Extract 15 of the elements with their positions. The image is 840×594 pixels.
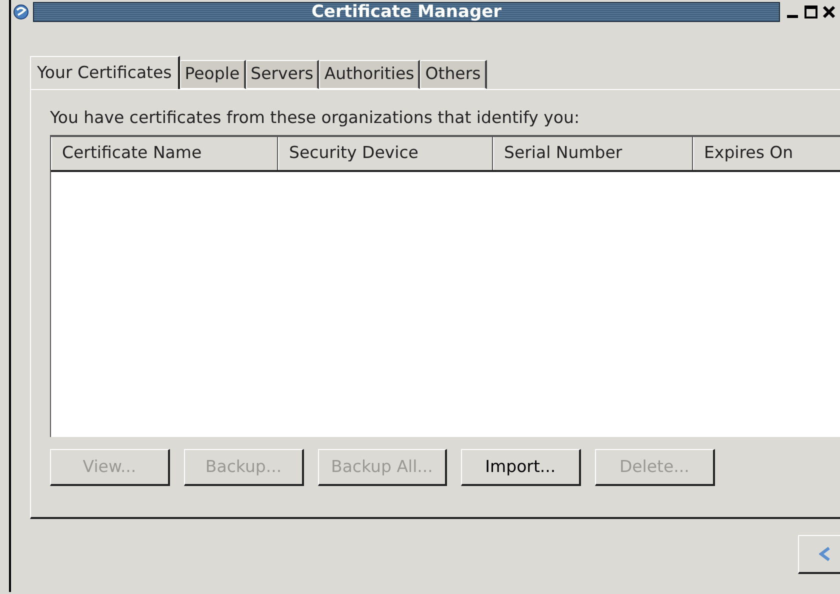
- tab[interactable]: Servers: [246, 60, 320, 89]
- maximize-icon[interactable]: [804, 5, 818, 19]
- description-text: You have certificates from these organizations that identify you:: [50, 107, 581, 129]
- column-header[interactable]: Security Device: [278, 137, 493, 170]
- tab[interactable]: Others: [420, 60, 487, 89]
- action-button[interactable]: Import...: [460, 449, 581, 486]
- title-bar: Certificate Manager: [33, 2, 780, 22]
- column-header[interactable]: Certificate Name: [51, 137, 278, 170]
- column-header[interactable]: Expires On: [693, 137, 840, 170]
- close-button[interactable]: [798, 535, 840, 574]
- close-icon[interactable]: [822, 5, 836, 19]
- column-header[interactable]: Serial Number: [493, 137, 693, 170]
- tab[interactable]: People: [180, 60, 246, 89]
- tab[interactable]: Authorities: [319, 60, 420, 89]
- tab[interactable]: Your Certificates: [30, 56, 180, 89]
